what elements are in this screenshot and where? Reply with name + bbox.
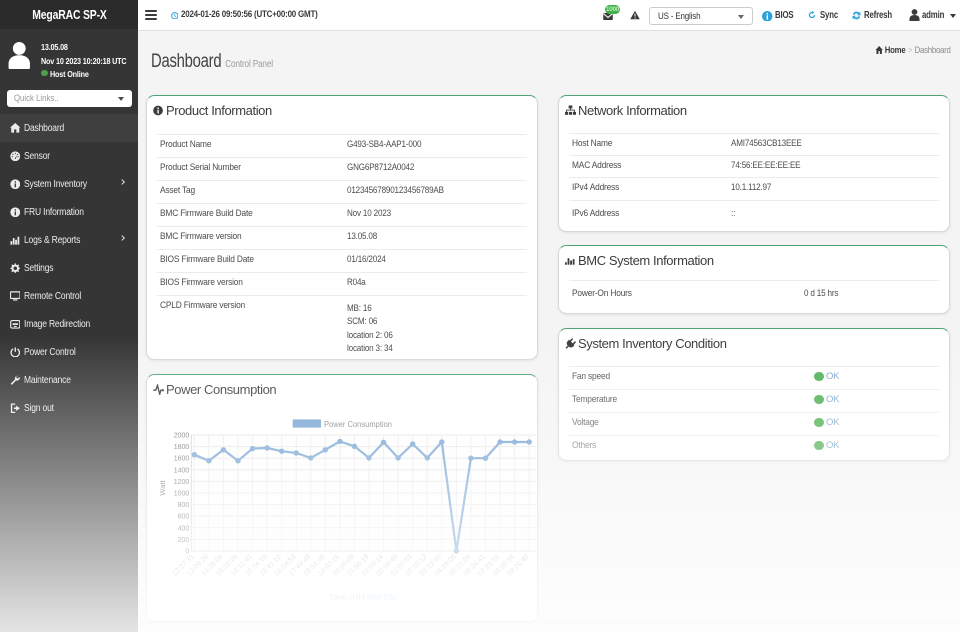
svg-text:600: 600 — [178, 513, 190, 520]
svg-text:1800: 1800 — [174, 444, 190, 451]
svg-text:1400: 1400 — [174, 467, 190, 474]
svg-text:1200: 1200 — [174, 478, 190, 485]
svg-text:Watt: Watt — [158, 479, 167, 495]
svg-text:1600: 1600 — [174, 455, 190, 462]
svg-text:400: 400 — [178, 525, 190, 532]
svg-text:2000: 2000 — [174, 432, 190, 439]
svg-text:200: 200 — [178, 536, 190, 543]
svg-text:1000: 1000 — [174, 490, 190, 497]
svg-text:Power Consumption: Power Consumption — [324, 418, 392, 428]
svg-text:Time (HH:MM:SS): Time (HH:MM:SS) — [328, 592, 397, 602]
svg-text:800: 800 — [178, 502, 190, 509]
